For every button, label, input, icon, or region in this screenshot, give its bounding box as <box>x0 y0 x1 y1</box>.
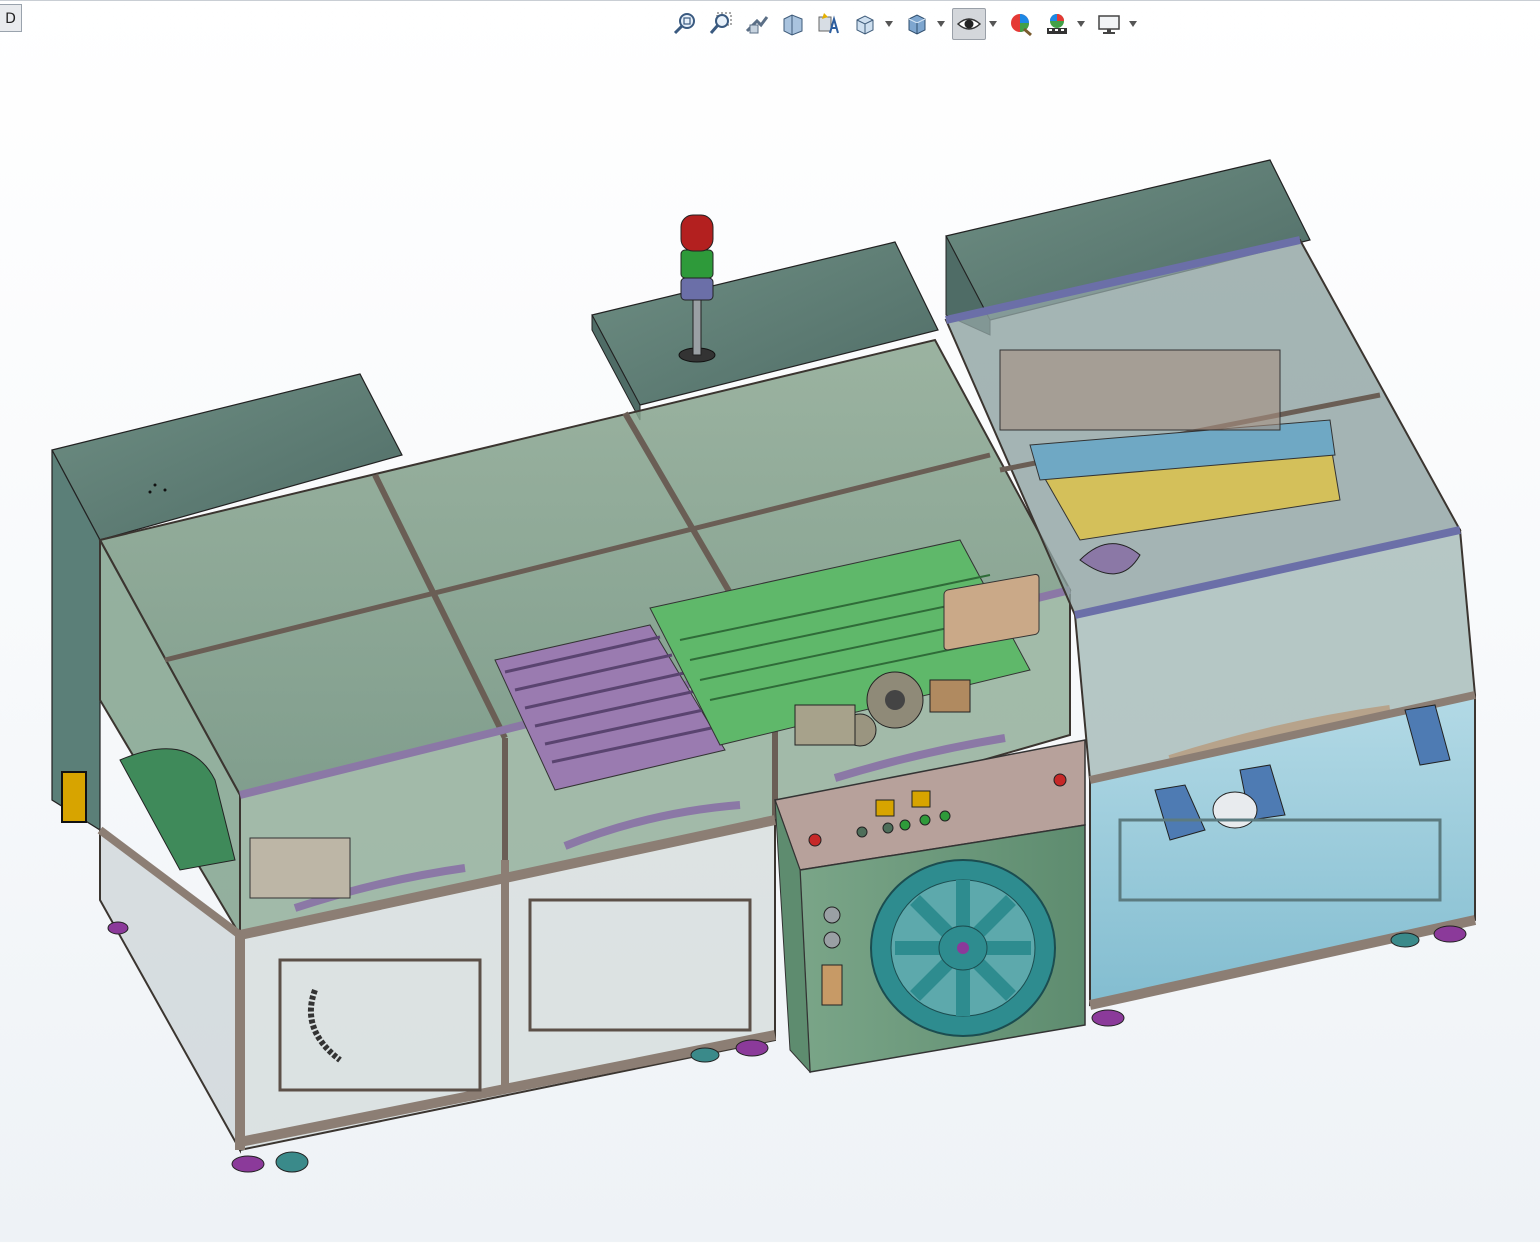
display-style-dropdown[interactable] <box>936 8 946 40</box>
graphics-area[interactable] <box>0 48 1540 1242</box>
section-view-icon <box>783 14 803 36</box>
view-orientation-icon <box>856 15 874 35</box>
display-style-button[interactable] <box>900 8 934 40</box>
zoom-to-area-button[interactable] <box>704 8 738 40</box>
chevron-down-icon <box>1077 21 1085 27</box>
chevron-down-icon <box>937 21 945 27</box>
previous-view-button[interactable] <box>740 8 774 40</box>
zoom-to-fit-button[interactable] <box>668 8 702 40</box>
top-border <box>0 0 1540 1</box>
zoom-to-area-icon <box>709 12 732 34</box>
view-settings-button[interactable] <box>1092 8 1126 40</box>
chevron-down-icon <box>885 21 893 27</box>
view-orientation-dropdown[interactable] <box>884 8 894 40</box>
zoom-to-fit-icon <box>673 13 695 35</box>
edit-appearance-icon <box>1011 14 1032 37</box>
view-settings-dropdown[interactable] <box>1128 8 1138 40</box>
heads-up-view-toolbar <box>668 8 1142 40</box>
view-orientation-button[interactable] <box>848 8 882 40</box>
hide-show-items-dropdown[interactable] <box>988 8 998 40</box>
apply-scene-dropdown[interactable] <box>1076 8 1086 40</box>
apply-scene-button[interactable] <box>1040 8 1074 40</box>
dynamic-annotation-button[interactable] <box>812 8 846 40</box>
hide-show-items-button[interactable] <box>952 8 986 40</box>
apply-scene-icon <box>1047 14 1067 34</box>
chevron-down-icon <box>989 21 997 27</box>
display-style-icon <box>908 14 926 35</box>
document-tab[interactable]: D <box>0 4 22 32</box>
edit-appearance-button[interactable] <box>1004 8 1038 40</box>
chevron-down-icon <box>1129 21 1137 27</box>
hide-show-items-icon <box>956 18 982 30</box>
section-view-button[interactable] <box>776 8 810 40</box>
machine-assembly-model <box>51 159 1477 1173</box>
previous-view-icon <box>745 16 769 34</box>
view-settings-icon <box>1098 15 1120 34</box>
dynamic-annotation-icon <box>818 13 839 34</box>
